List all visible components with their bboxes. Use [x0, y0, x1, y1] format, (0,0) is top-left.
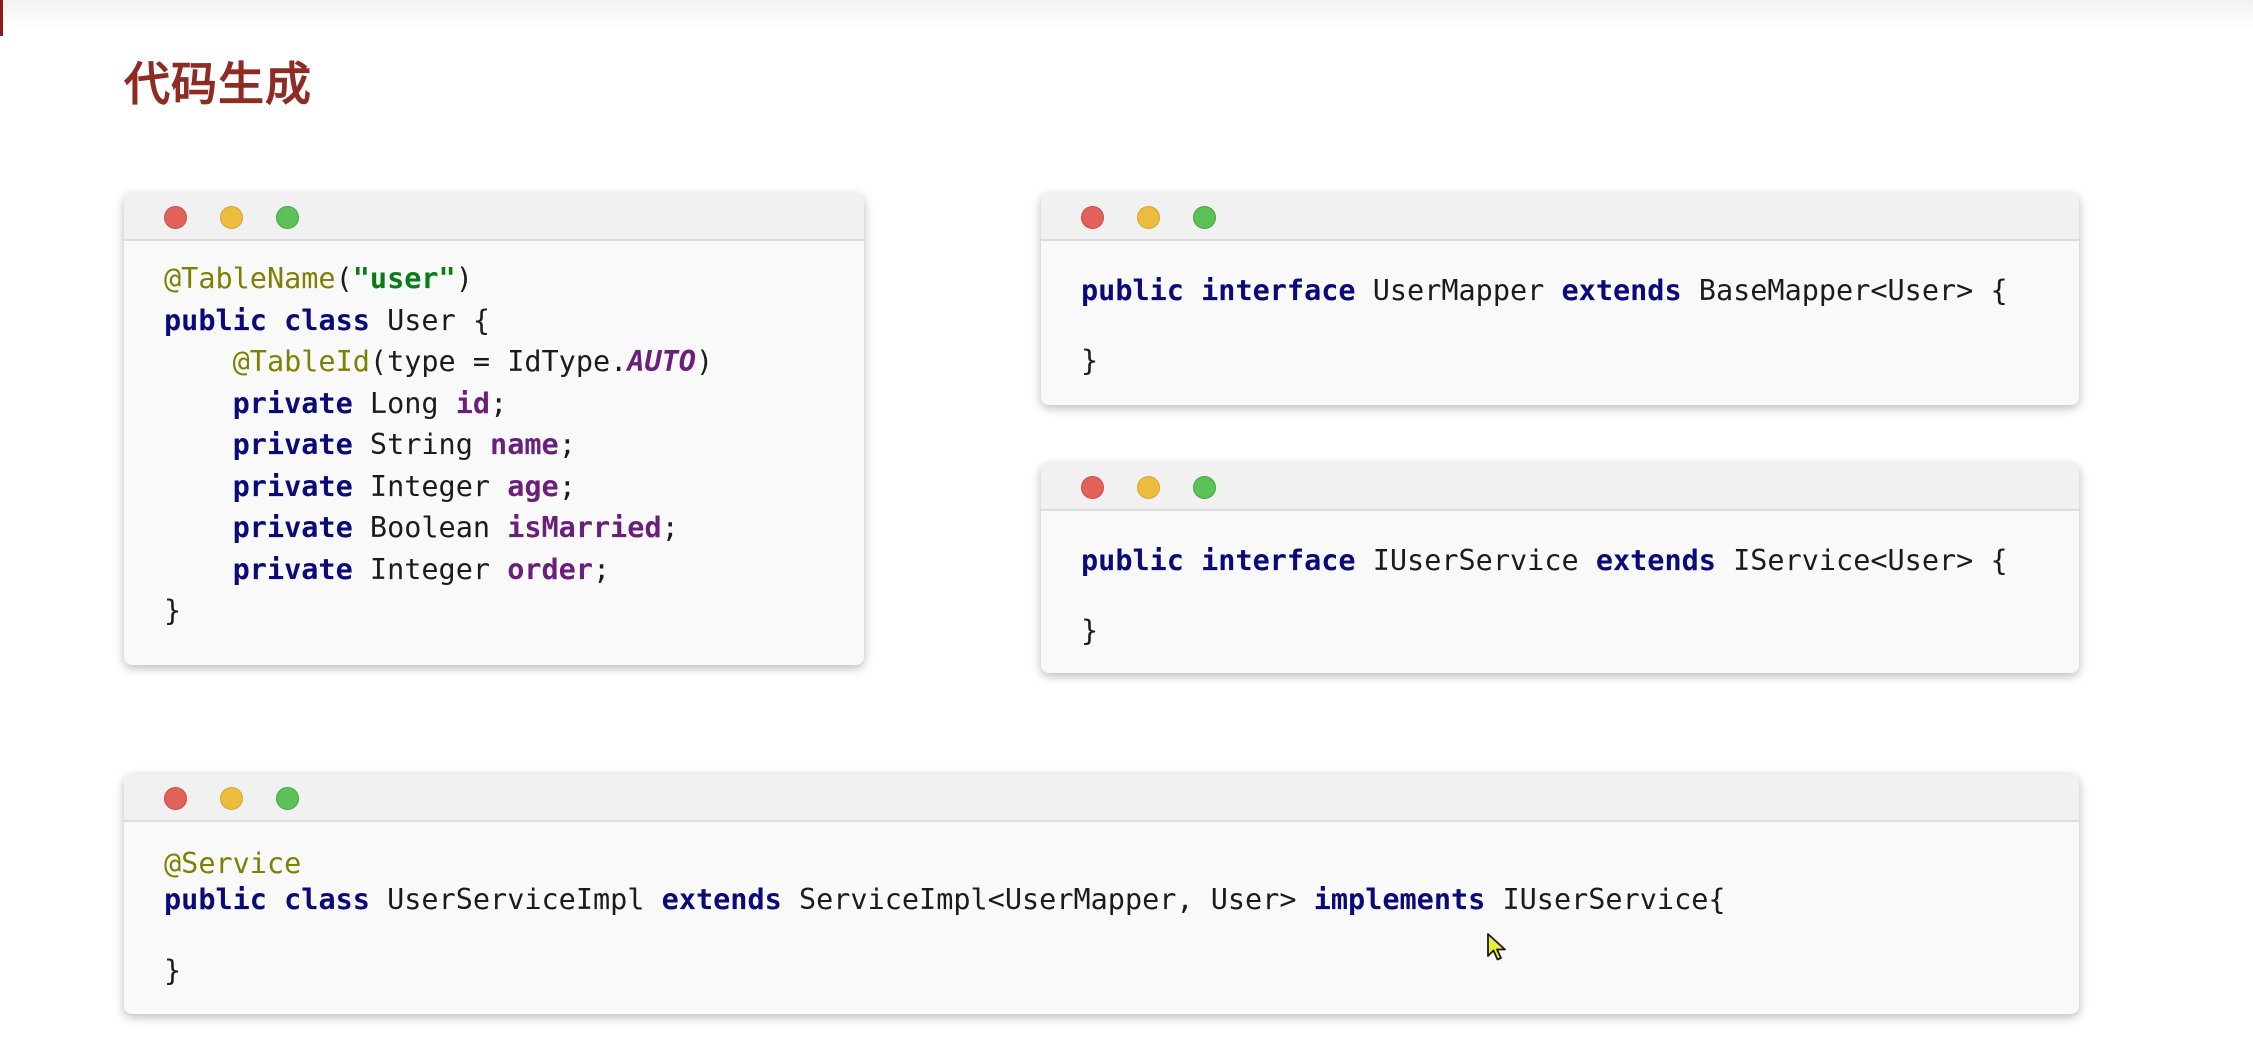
keyword-private: private — [232, 428, 353, 461]
keyword-private: private — [232, 469, 353, 503]
maximize-dot-icon[interactable] — [1193, 206, 1216, 229]
impl-code-window: @Service public class UserServiceImpl ex… — [124, 774, 2079, 1014]
parent-type: ServiceImpl<UserMapper, User> — [798, 882, 1297, 916]
field-name: isMarried — [507, 511, 662, 544]
maximize-dot-icon[interactable] — [1193, 476, 1216, 499]
field-name: order — [507, 552, 593, 586]
keyword-class: class — [284, 303, 370, 337]
keyword-public: public — [164, 303, 267, 337]
window-titlebar — [1041, 463, 2079, 511]
keyword-interface: interface — [1201, 274, 1356, 307]
maximize-dot-icon[interactable] — [276, 787, 299, 810]
mapper-code-window: public interface UserMapper extends Base… — [1041, 193, 2079, 405]
field-type: String — [369, 428, 473, 461]
keyword-extends: extends — [661, 882, 782, 916]
slide-title: 代码生成 — [124, 57, 312, 111]
mouse-cursor-icon — [1487, 933, 1506, 961]
field-name: age — [507, 469, 559, 503]
window-titlebar — [1041, 193, 2079, 241]
window-titlebar — [124, 193, 864, 241]
keyword-private: private — [232, 552, 353, 586]
class-name: User — [387, 303, 456, 337]
minimize-dot-icon[interactable] — [1137, 476, 1160, 499]
minimize-dot-icon[interactable] — [1137, 206, 1160, 229]
interface-name: IUserService — [1372, 544, 1579, 577]
window-titlebar — [124, 774, 2079, 822]
table-id-annotation: @TableId — [232, 345, 370, 378]
field-type: Integer — [369, 469, 491, 503]
field-type: Integer — [369, 552, 491, 586]
table-name-annotation: @TableName — [164, 262, 336, 295]
parent-type: IService<User> — [1733, 544, 1974, 577]
keyword-private: private — [232, 386, 353, 420]
impl-code-block: @Service public class UserServiceImpl ex… — [164, 847, 1726, 987]
close-dot-icon[interactable] — [164, 206, 187, 229]
parent-type: BaseMapper<User> — [1698, 274, 1974, 307]
keyword-public: public — [1081, 544, 1184, 577]
close-dot-icon[interactable] — [164, 787, 187, 810]
keyword-implements: implements — [1313, 882, 1486, 916]
id-type-prefix: (type = IdType. — [369, 345, 628, 378]
field-type: Boolean — [369, 511, 491, 544]
id-type-value: AUTO — [627, 345, 696, 378]
field-type: Long — [369, 386, 439, 420]
class-name: UserServiceImpl — [387, 882, 645, 916]
keyword-class: class — [284, 882, 370, 916]
keyword-extends: extends — [1561, 274, 1682, 307]
top-shade — [0, 0, 2253, 30]
field-name: name — [490, 428, 559, 461]
keyword-public: public — [1081, 274, 1184, 307]
keyword-interface: interface — [1201, 544, 1356, 577]
service-code-block: public interface IUserService extends IS… — [1081, 544, 2008, 647]
maximize-dot-icon[interactable] — [276, 206, 299, 229]
interface-name: UserMapper — [1372, 274, 1545, 307]
mapper-code-block: public interface UserMapper extends Base… — [1081, 274, 2008, 377]
entity-code-window: @TableName("user") public class User { @… — [124, 193, 864, 665]
corner-mark — [0, 0, 3, 36]
close-dot-icon[interactable] — [1081, 206, 1104, 229]
service-annotation: @Service — [164, 847, 302, 880]
entity-code-block: @TableName("user") public class User { @… — [164, 262, 714, 627]
keyword-extends: extends — [1595, 544, 1716, 577]
minimize-dot-icon[interactable] — [220, 206, 243, 229]
table-name-argument: "user" — [352, 262, 456, 295]
service-code-window: public interface IUserService extends IS… — [1041, 463, 2079, 673]
keyword-private: private — [232, 511, 353, 544]
keyword-public: public — [164, 882, 267, 916]
close-dot-icon[interactable] — [1081, 476, 1104, 499]
field-name: id — [455, 386, 491, 420]
minimize-dot-icon[interactable] — [220, 787, 243, 810]
implemented-interface: IUserService{ — [1502, 882, 1726, 916]
